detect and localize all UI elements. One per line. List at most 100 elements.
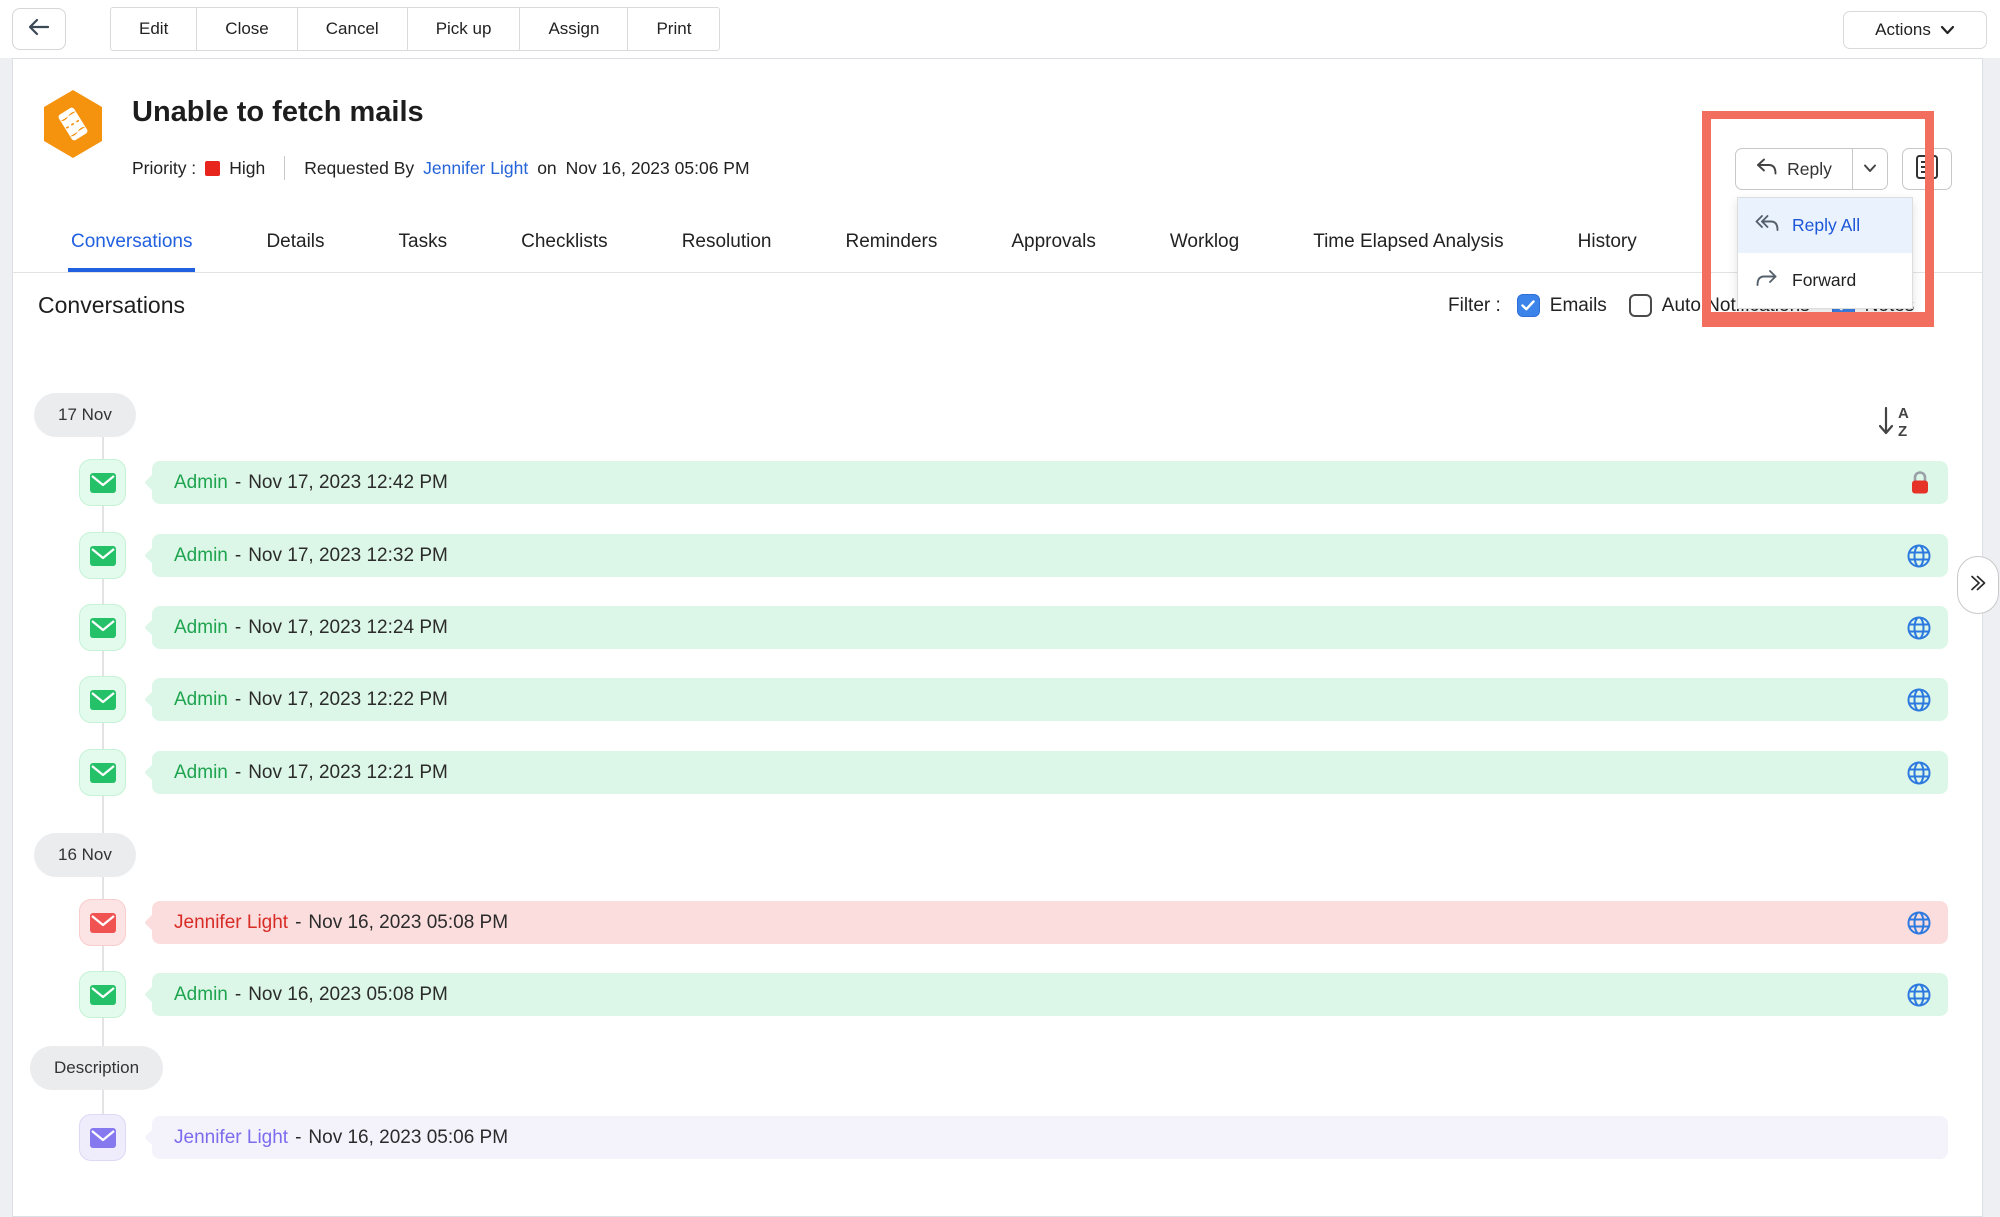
requester-link[interactable]: Jennifer Light	[423, 158, 528, 179]
message-date: Nov 16, 2023 05:08 PM	[248, 984, 448, 1006]
pickup-button[interactable]: Pick up	[407, 7, 521, 51]
priority-label: Priority :	[132, 158, 196, 179]
date-pill-17-nov: 17 Nov	[34, 393, 136, 437]
print-button[interactable]: Print	[627, 7, 720, 51]
top-toolbar: Edit Close Cancel Pick up Assign Print A…	[0, 0, 2000, 58]
sender-name: Admin	[174, 984, 228, 1006]
mail-icon	[79, 532, 126, 579]
conversation-item[interactable]: Admin - Nov 17, 2023 12:22 PM	[152, 678, 1948, 721]
reply-dropdown-toggle[interactable]	[1853, 148, 1888, 190]
tab-details[interactable]: Details	[263, 215, 327, 272]
tab-checklists[interactable]: Checklists	[518, 215, 611, 272]
requested-on-label: on	[537, 158, 556, 179]
tab-approvals[interactable]: Approvals	[1008, 215, 1099, 272]
globe-icon	[1906, 760, 1932, 786]
reply-dropdown-menu: Reply All Forward	[1737, 197, 1913, 309]
forward-icon	[1755, 269, 1779, 292]
message-date: Nov 16, 2023 05:08 PM	[308, 912, 508, 934]
filter-label: Filter :	[1448, 295, 1501, 317]
conversation-item[interactable]: Jennifer Light - Nov 16, 2023 05:08 PM	[152, 901, 1948, 944]
sender-name: Admin	[174, 545, 228, 567]
tab-bar: Conversations Details Tasks Checklists R…	[13, 215, 1982, 273]
date-pill-16-nov: 16 Nov	[34, 833, 136, 877]
reply-split-button: Reply	[1735, 148, 1888, 190]
assign-button[interactable]: Assign	[519, 7, 628, 51]
tab-time-elapsed-analysis[interactable]: Time Elapsed Analysis	[1310, 215, 1506, 272]
reply-button[interactable]: Reply	[1735, 148, 1853, 190]
expand-panel-icon	[1968, 573, 1988, 598]
description-pill: Description	[30, 1046, 163, 1090]
mail-icon	[79, 604, 126, 651]
close-button[interactable]: Close	[196, 7, 297, 51]
conversation-item[interactable]: Admin - Nov 16, 2023 05:08 PM	[152, 973, 1948, 1016]
tab-conversations[interactable]: Conversations	[68, 215, 195, 272]
conversation-item[interactable]: Admin - Nov 17, 2023 12:24 PM	[152, 606, 1948, 649]
ticket-icon	[40, 88, 106, 165]
requested-by-label: Requested By	[304, 158, 414, 179]
sort-az-icon[interactable]: A Z	[1876, 402, 1914, 447]
sender-name: Admin	[174, 472, 228, 494]
sender-name: Jennifer Light	[174, 1127, 288, 1149]
document-lines-icon	[1915, 154, 1939, 185]
menu-item-label: Forward	[1792, 270, 1856, 291]
message-date: Nov 17, 2023 12:22 PM	[248, 689, 448, 711]
globe-icon	[1906, 982, 1932, 1008]
conversation-item[interactable]: Admin - Nov 17, 2023 12:42 PM	[152, 461, 1948, 504]
reply-all-icon	[1755, 214, 1779, 237]
tab-reminders[interactable]: Reminders	[842, 215, 940, 272]
mail-icon	[79, 899, 126, 946]
emails-checkbox-label: Emails	[1550, 295, 1607, 317]
mail-icon	[79, 1114, 126, 1161]
sender-name: Admin	[174, 689, 228, 711]
sender-name: Admin	[174, 762, 228, 784]
menu-item-label: Reply All	[1792, 215, 1860, 236]
actions-button[interactable]: Actions	[1843, 11, 1987, 49]
actions-button-label: Actions	[1875, 20, 1931, 40]
sender-name: Jennifer Light	[174, 912, 288, 934]
filter-option-emails: Emails	[1517, 294, 1607, 317]
tab-worklog[interactable]: Worklog	[1167, 215, 1242, 272]
priority-color-swatch	[205, 161, 220, 176]
tab-tasks[interactable]: Tasks	[396, 215, 451, 272]
conversation-item[interactable]: Admin - Nov 17, 2023 12:32 PM	[152, 534, 1948, 577]
meta-divider	[284, 156, 285, 180]
conversations-heading: Conversations	[38, 292, 185, 319]
expand-panel-handle[interactable]	[1957, 556, 1999, 614]
separator: -	[235, 689, 241, 711]
requested-at: Nov 16, 2023 05:06 PM	[566, 158, 750, 179]
menu-item-reply-all[interactable]: Reply All	[1738, 198, 1912, 253]
priority-value: High	[229, 158, 265, 179]
toolbar-button-group: Edit Close Cancel Pick up Assign Print	[110, 7, 720, 51]
separator: -	[235, 617, 241, 639]
separator: -	[235, 984, 241, 1006]
separator: -	[235, 762, 241, 784]
message-date: Nov 17, 2023 12:21 PM	[248, 762, 448, 784]
notes-button[interactable]	[1902, 148, 1952, 190]
ticket-detail-page: Edit Close Cancel Pick up Assign Print A…	[0, 0, 2000, 1217]
lock-icon	[1908, 469, 1932, 496]
mail-icon	[79, 749, 126, 796]
mail-icon	[79, 459, 126, 506]
cancel-button[interactable]: Cancel	[297, 7, 408, 51]
menu-item-forward[interactable]: Forward	[1738, 253, 1912, 308]
svg-text:A: A	[1898, 405, 1909, 422]
sender-name: Admin	[174, 617, 228, 639]
auto-notifications-checkbox[interactable]	[1629, 294, 1652, 317]
tab-resolution[interactable]: Resolution	[679, 215, 775, 272]
globe-icon	[1906, 543, 1932, 569]
edit-button[interactable]: Edit	[110, 7, 197, 51]
mail-icon	[79, 676, 126, 723]
mail-icon	[79, 971, 126, 1018]
separator: -	[235, 545, 241, 567]
page-title: Unable to fetch mails	[132, 96, 424, 129]
separator: -	[295, 912, 301, 934]
emails-checkbox[interactable]	[1517, 294, 1540, 317]
message-date: Nov 17, 2023 12:42 PM	[248, 472, 448, 494]
back-button[interactable]	[12, 8, 66, 50]
conversation-item[interactable]: Jennifer Light - Nov 16, 2023 05:06 PM	[152, 1116, 1948, 1159]
back-icon	[26, 15, 52, 44]
chevron-down-icon	[1940, 20, 1955, 40]
conversation-item[interactable]: Admin - Nov 17, 2023 12:21 PM	[152, 751, 1948, 794]
message-date: Nov 17, 2023 12:24 PM	[248, 617, 448, 639]
tab-history[interactable]: History	[1575, 215, 1640, 272]
